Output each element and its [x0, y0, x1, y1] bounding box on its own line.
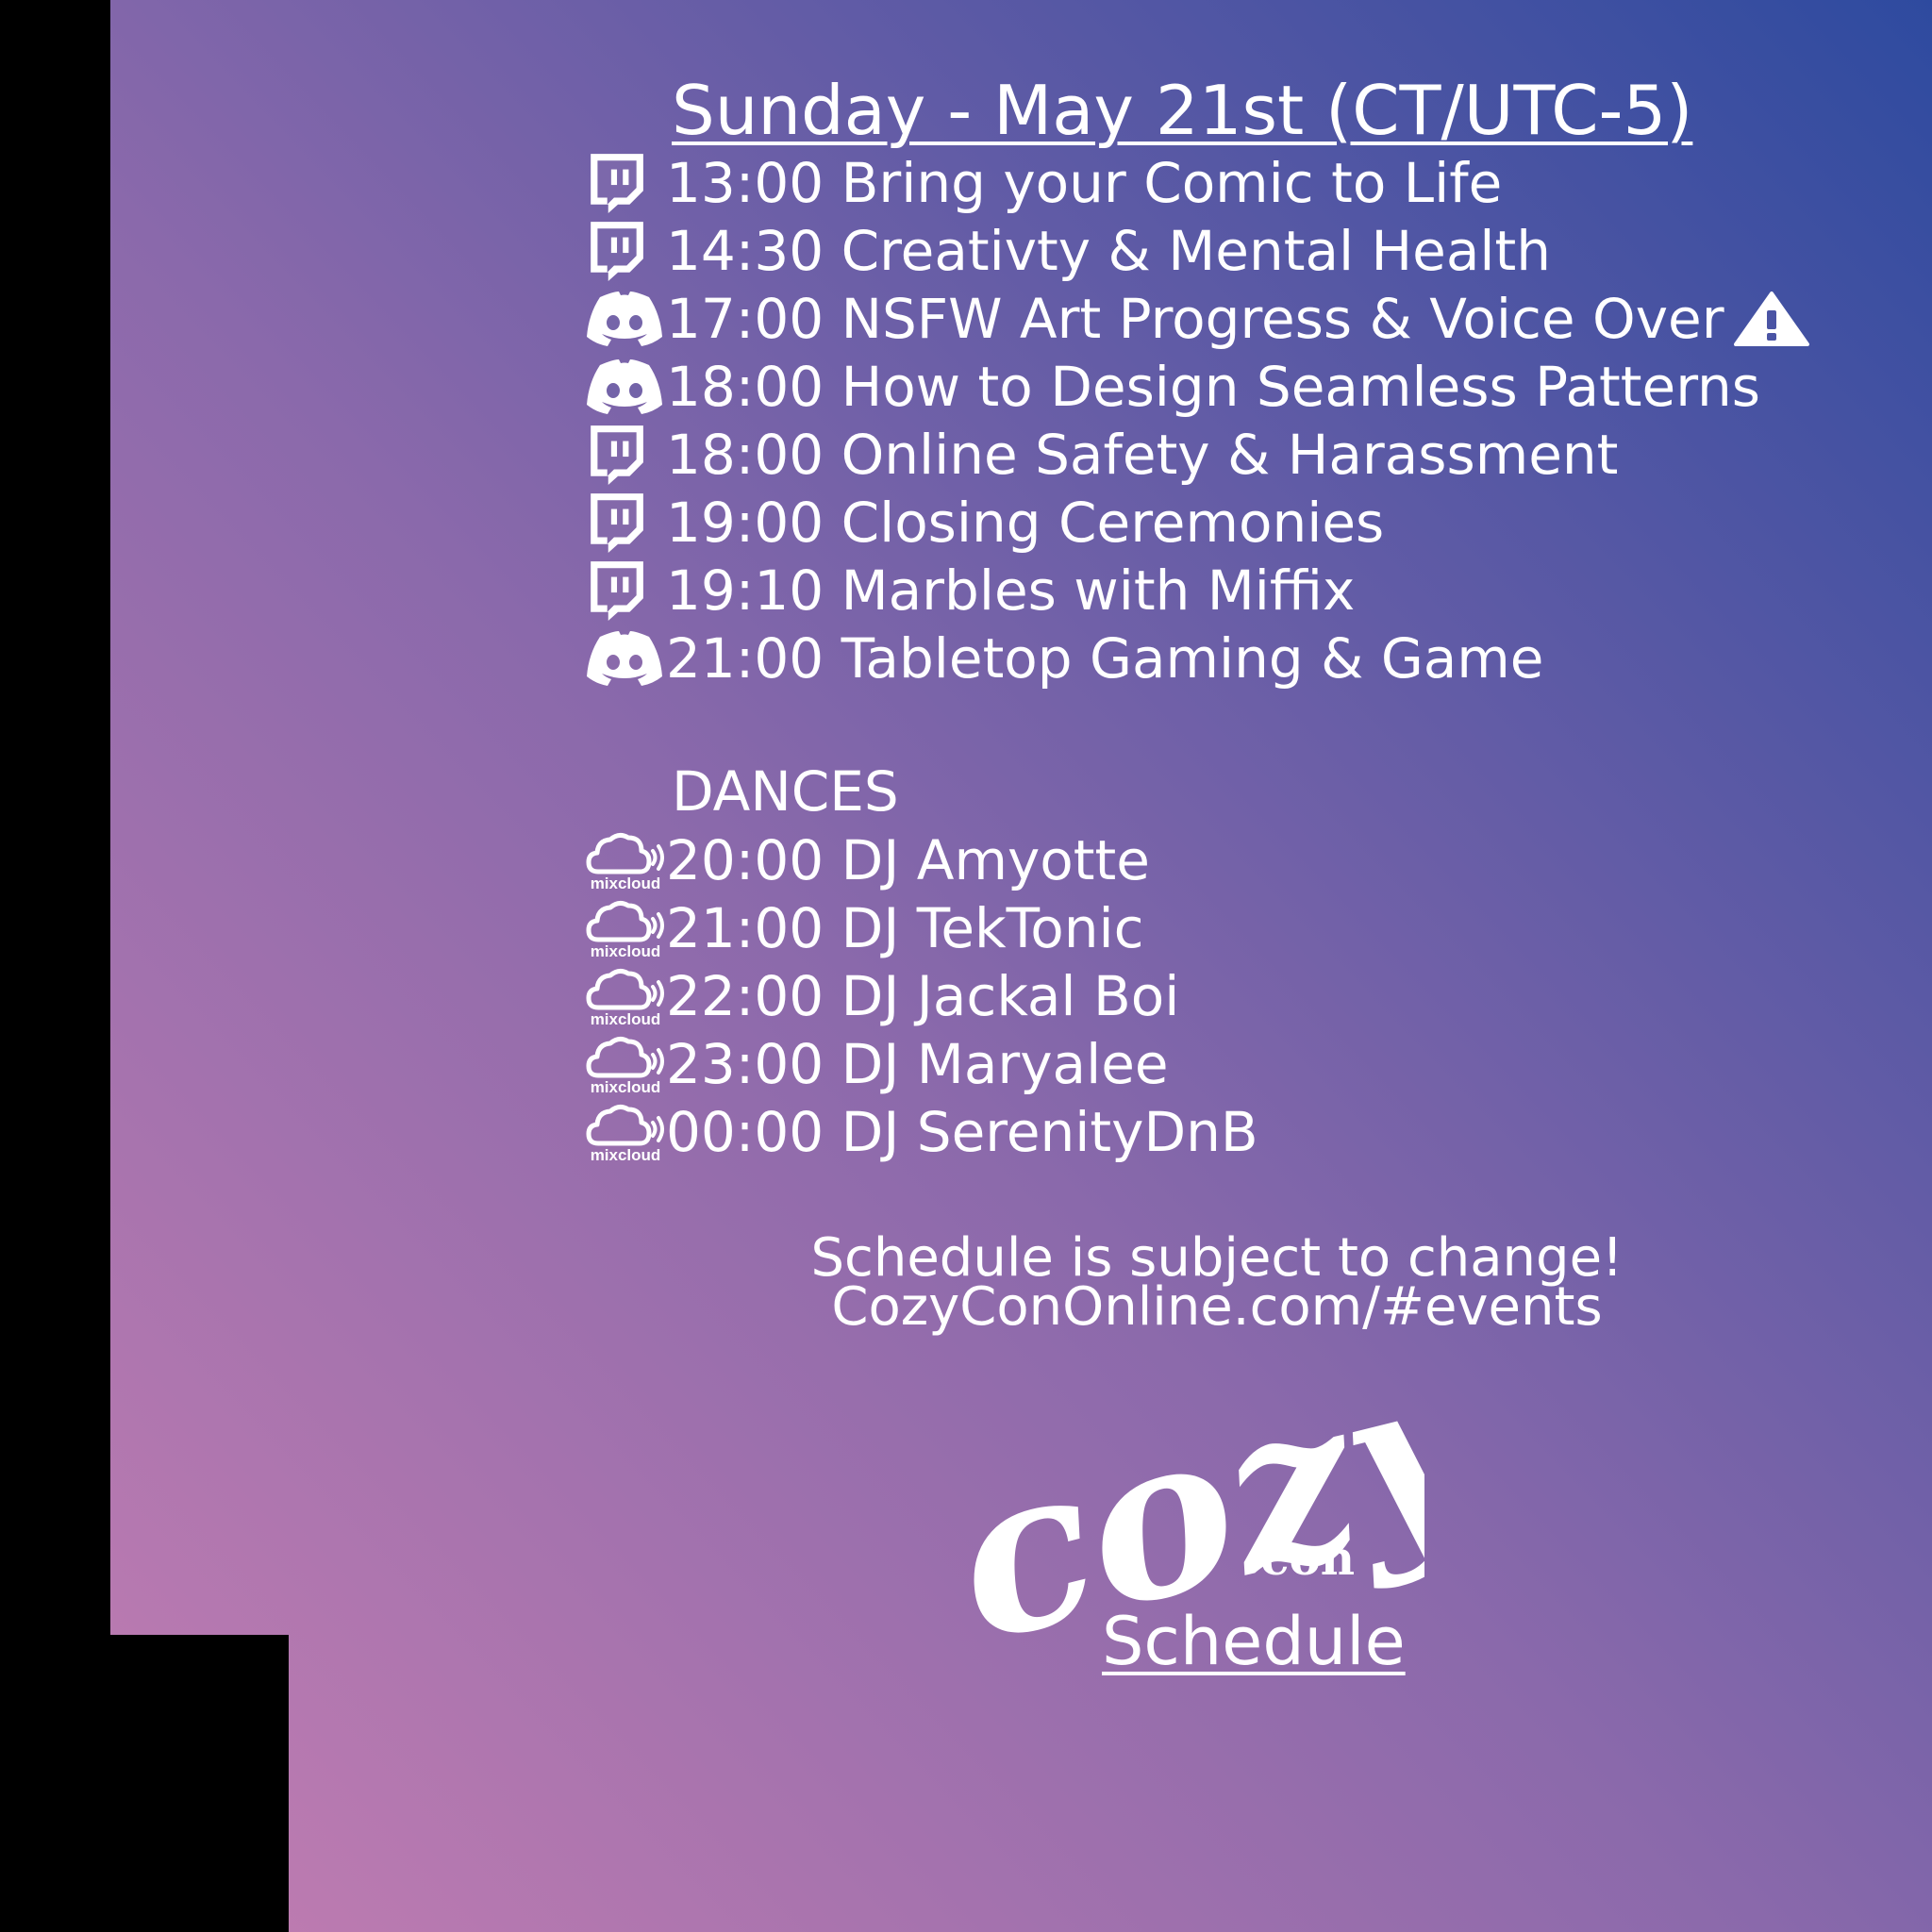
twitch-icon [585, 558, 666, 624]
event-text: 14:30 Creativty & Mental Health [666, 219, 1551, 283]
logo-subword: con [1260, 1530, 1356, 1586]
twitch-icon [585, 422, 666, 488]
event-text: 19:00 Closing Ceremonies [666, 491, 1385, 555]
dance-text: 23:00 DJ Maryalee [666, 1032, 1169, 1096]
discord-icon [585, 286, 666, 352]
twitch-icon [585, 150, 666, 216]
event-text: 18:00 Online Safety & Harassment [666, 423, 1619, 487]
dance-text: 21:00 DJ TekTonic [666, 896, 1144, 960]
event-item: 19:00 Closing Ceremonies [585, 490, 1384, 556]
schedule-graphic: Sunday - May 21st (CT/UTC-5) 13:00 Bring… [0, 0, 1932, 1932]
dance-text: 20:00 DJ Amyotte [666, 828, 1150, 892]
event-item: 18:00 Online Safety & Harassment [585, 422, 1618, 488]
event-item: 17:00 NSFW Art Progress & Voice Over [585, 286, 1809, 352]
dance-item: mixcloud 22:00 DJ Jackal Boi [585, 963, 1179, 1029]
mixcloud-icon: mixcloud [585, 1031, 666, 1097]
dance-text: 00:00 DJ SerenityDnB [666, 1100, 1258, 1164]
event-item: 19:10 Marbles with Miffix [585, 558, 1355, 624]
page-title: Sunday - May 21st (CT/UTC-5) [672, 71, 1693, 150]
discord-icon [585, 625, 666, 691]
mixcloud-icon: mixcloud [585, 963, 666, 1029]
svg-text:mixcloud: mixcloud [591, 942, 661, 960]
dances-heading: DANCES [672, 759, 899, 824]
event-item: 13:00 Bring your Comic to Life [585, 150, 1502, 216]
svg-text:mixcloud: mixcloud [591, 1010, 661, 1028]
svg-text:mixcloud: mixcloud [591, 874, 661, 892]
warning-icon [1733, 291, 1809, 346]
logo-caption: Schedule [1102, 1603, 1406, 1680]
twitch-icon [585, 490, 666, 556]
twitch-icon [585, 218, 666, 284]
event-text: 19:10 Marbles with Miffix [666, 558, 1356, 623]
events-url[interactable]: CozyConOnline.com/#events [689, 1281, 1745, 1334]
mixcloud-icon: mixcloud [585, 1099, 666, 1165]
dance-text: 22:00 DJ Jackal Boi [666, 964, 1180, 1028]
event-item: 18:00 How to Design Seamless Patterns [585, 354, 1760, 420]
svg-text:mixcloud: mixcloud [591, 1146, 661, 1164]
mixcloud-icon: mixcloud [585, 895, 666, 961]
event-text: 17:00 NSFW Art Progress & Voice Over [666, 287, 1724, 351]
event-text: 21:00 Tabletop Gaming & Game [666, 626, 1544, 691]
event-item: 21:00 Tabletop Gaming & Game [585, 625, 1544, 691]
dance-item: mixcloud 00:00 DJ SerenityDnB [585, 1099, 1258, 1165]
mixcloud-icon: mixcloud [585, 827, 666, 893]
dance-item: mixcloud 21:00 DJ TekTonic [585, 895, 1143, 961]
discord-icon [585, 354, 666, 420]
svg-text:mixcloud: mixcloud [591, 1078, 661, 1096]
dance-item: mixcloud 23:00 DJ Maryalee [585, 1031, 1169, 1097]
dance-item: mixcloud 20:00 DJ Amyotte [585, 827, 1150, 893]
event-item: 14:30 Creativty & Mental Health [585, 218, 1551, 284]
event-text: 13:00 Bring your Comic to Life [666, 151, 1503, 215]
event-text: 18:00 How to Design Seamless Patterns [666, 355, 1760, 419]
